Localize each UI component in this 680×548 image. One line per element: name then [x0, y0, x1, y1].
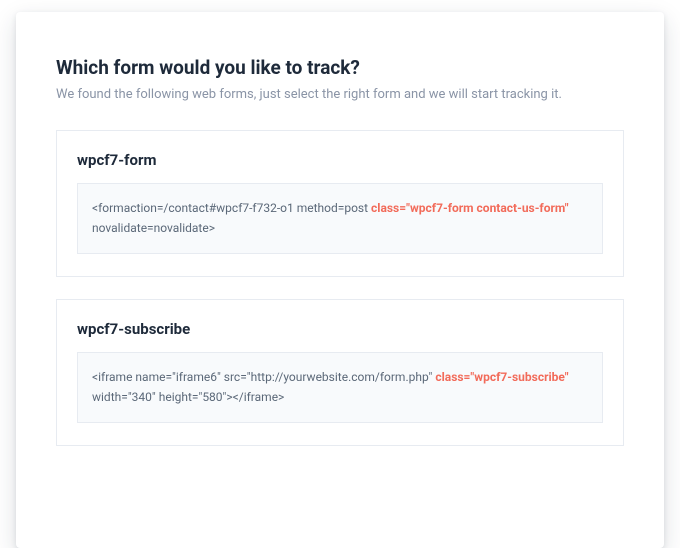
form-tracker-card: Which form would you like to track? We f…: [16, 12, 664, 548]
code-before: <iframe name="iframe6" src="http://yourw…: [92, 370, 435, 384]
code-highlight: class="wpcf7-subscribe": [435, 370, 568, 384]
code-after: width="340" height="580"></iframe>: [92, 390, 284, 404]
page-title: Which form would you like to track?: [56, 56, 624, 79]
code-snippet: <formaction=/contact#wpcf7-f732-o1 metho…: [77, 183, 603, 254]
form-option[interactable]: wpcf7-subscribe <iframe name="iframe6" s…: [56, 299, 624, 446]
code-after: novalidate=novalidate>: [92, 221, 215, 235]
code-snippet: <iframe name="iframe6" src="http://yourw…: [77, 352, 603, 423]
form-option[interactable]: wpcf7-form <formaction=/contact#wpcf7-f7…: [56, 130, 624, 277]
form-name: wpcf7-subscribe: [77, 320, 603, 338]
code-highlight: class="wpcf7-form contact-us-form": [371, 201, 569, 215]
code-before: <formaction=/contact#wpcf7-f732-o1 metho…: [92, 201, 371, 215]
page-subtitle: We found the following web forms, just s…: [56, 87, 624, 102]
form-name: wpcf7-form: [77, 151, 603, 169]
